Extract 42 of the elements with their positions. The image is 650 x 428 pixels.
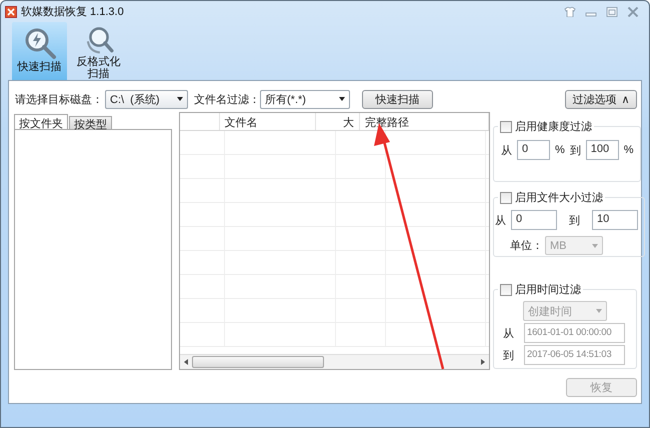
filter-options-button[interactable]: 过滤选项 ∧ xyxy=(565,90,637,108)
column-header[interactable]: 大 xyxy=(316,113,360,130)
checkbox-label: 启用健康度过滤 xyxy=(515,120,592,134)
from-label: 从 xyxy=(503,326,514,340)
caret-icon xyxy=(596,309,602,313)
window-title: 软媒数据恢复 1.1.3.0 xyxy=(21,5,124,19)
caret-icon xyxy=(177,97,183,101)
filename-filter-dropdown[interactable]: 所有(*.*) xyxy=(260,90,350,108)
horizontal-scrollbar[interactable] xyxy=(180,354,489,369)
quick-scan-button[interactable]: 快速扫描 xyxy=(362,90,433,108)
checkbox[interactable] xyxy=(500,192,512,204)
checkbox[interactable] xyxy=(500,284,512,296)
percent-label: % xyxy=(555,144,565,156)
to-label: 到 xyxy=(569,214,580,228)
caret-icon xyxy=(592,244,598,248)
toolbar-button[interactable]: 反格式化扫描 xyxy=(71,22,126,80)
tab[interactable]: 按类型 xyxy=(69,116,112,129)
shirt-icon[interactable] xyxy=(564,6,576,16)
to-label: 到 xyxy=(570,144,581,158)
maximize-icon[interactable] xyxy=(606,6,618,16)
input-field[interactable]: 0 xyxy=(511,210,557,230)
tab[interactable]: 按文件夹 xyxy=(14,114,68,129)
checkbox-label: 启用文件大小过滤 xyxy=(515,190,603,205)
column-header[interactable]: 文件名 xyxy=(220,113,316,130)
from-label: 从 xyxy=(495,214,506,228)
checkbox-label: 启用时间过滤 xyxy=(515,282,581,297)
disk-dropdown[interactable]: C:\ (系统) xyxy=(105,90,188,108)
caret-icon xyxy=(339,97,345,101)
filename-filter-label: 文件名过滤： xyxy=(194,92,260,106)
percent-label: % xyxy=(624,144,634,156)
input-field[interactable]: 100 xyxy=(586,140,619,160)
toolbar-button[interactable]: 快速扫描 xyxy=(12,22,67,80)
unit-label: 单位： xyxy=(510,239,543,253)
input-field[interactable]: 10 xyxy=(592,210,638,230)
from-label: 从 xyxy=(501,144,512,158)
checkbox[interactable] xyxy=(500,120,512,132)
disk-label: 请选择目标磁盘： xyxy=(15,92,103,106)
app-logo-icon xyxy=(5,6,17,18)
input-field[interactable]: 0 xyxy=(517,140,550,160)
to-label: 到 xyxy=(503,348,514,362)
close-icon[interactable] xyxy=(627,6,639,16)
lightning-magnifier-icon xyxy=(22,26,56,60)
